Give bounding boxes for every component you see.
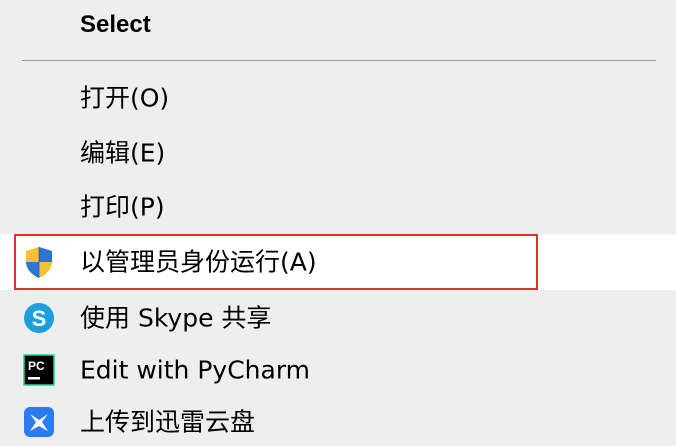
menu-item-label: 打开(O) xyxy=(80,83,170,113)
pycharm-icon: PC xyxy=(22,353,56,387)
menu-item-skype-share[interactable]: S 使用 Skype 共享 xyxy=(0,292,676,344)
menu-item-run-as-admin[interactable]: 以管理员身份运行(A) xyxy=(0,234,676,290)
context-menu: Select 打开(O) 编辑(E) 打印(P) 以管理员身份运行(A) S 使… xyxy=(0,0,676,446)
xunlei-icon xyxy=(22,405,56,439)
menu-item-label: 打印(P) xyxy=(80,192,165,222)
menu-item-label: 编辑(E) xyxy=(80,138,166,168)
menu-item-label: 上传到迅雷云盘 xyxy=(80,407,256,437)
uac-shield-icon xyxy=(22,245,56,279)
svg-text:S: S xyxy=(32,306,47,331)
menu-item-print[interactable]: 打印(P) xyxy=(0,181,676,233)
menu-header-label: Select xyxy=(80,11,151,38)
menu-item-xunlei-upload[interactable]: 上传到迅雷云盘 xyxy=(0,396,676,446)
menu-item-edit[interactable]: 编辑(E) xyxy=(0,127,676,179)
svg-text:PC: PC xyxy=(28,359,45,373)
menu-item-open[interactable]: 打开(O) xyxy=(0,72,676,124)
skype-icon: S xyxy=(22,301,56,335)
menu-item-edit-pycharm[interactable]: PC Edit with PyCharm xyxy=(0,344,676,396)
menu-item-label: 以管理员身份运行(A) xyxy=(80,247,317,277)
menu-header: Select xyxy=(0,0,676,50)
menu-item-label: 使用 Skype 共享 xyxy=(80,303,272,333)
menu-separator xyxy=(22,60,656,61)
menu-item-label: Edit with PyCharm xyxy=(80,355,311,385)
